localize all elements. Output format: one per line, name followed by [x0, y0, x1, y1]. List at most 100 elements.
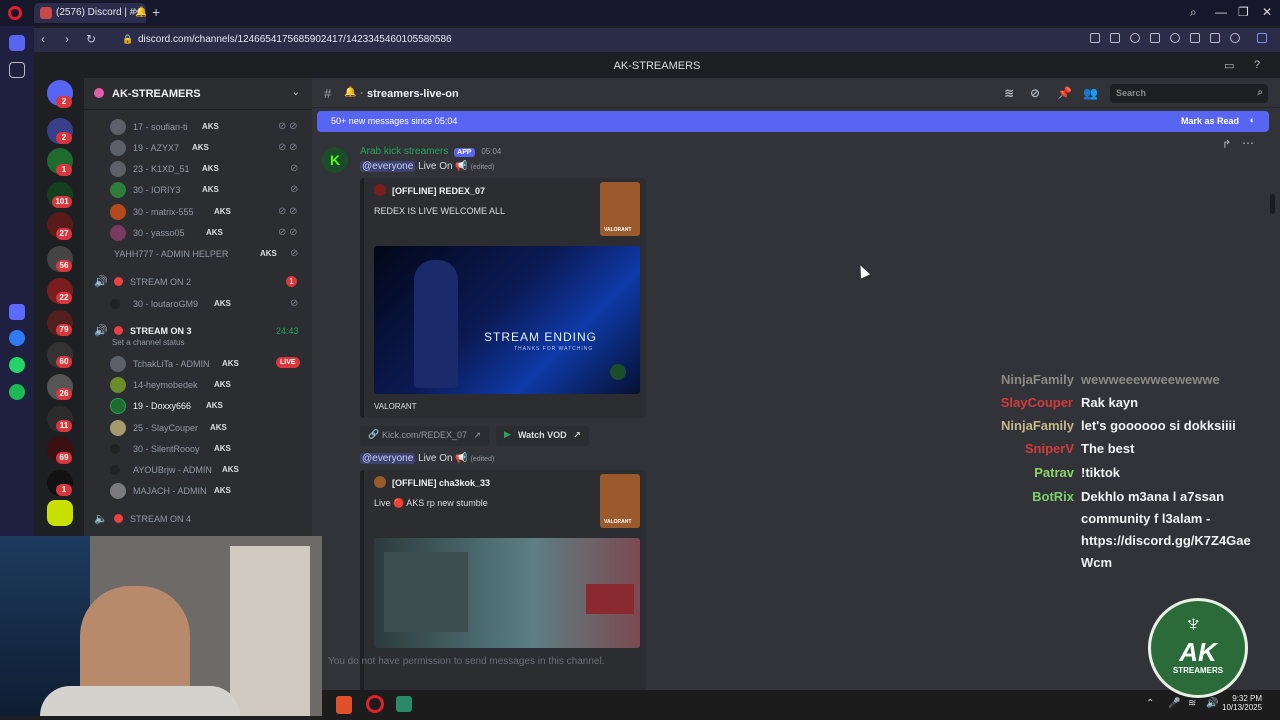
star-icon[interactable]	[9, 62, 25, 78]
stream-preview-image[interactable]	[374, 538, 640, 648]
stream-embed: [OFFLINE] REDEX_07 REDEX IS LIVE WELCOME…	[360, 178, 646, 418]
member-name: TchakLiTa - ADMIN	[133, 359, 210, 369]
taskbar: ⌃ 🎤 ≋ 🔊 9:32 PM 10/13/2025	[322, 690, 1280, 720]
chat-text: Wcm	[1081, 555, 1113, 570]
member-name: 19 - AZYX7	[133, 143, 180, 153]
notification-settings-icon[interactable]: ⊘	[1030, 86, 1040, 100]
chevron-down-icon[interactable]: ⌄	[292, 87, 300, 98]
watch-vod-text: Watch VOD	[518, 430, 567, 440]
embed-title[interactable]: [OFFLINE] REDEX_07	[392, 186, 485, 196]
browser-tab-bar: (2576) Discord | #🔔 × + ⌕ — ❐ ✕	[0, 0, 1280, 26]
avatar	[110, 356, 126, 372]
voice-channel-stream-2[interactable]: 🔊 STREAM ON 2 1	[94, 273, 304, 291]
channel-hash-icon: #	[324, 86, 332, 101]
avatar	[110, 398, 126, 414]
message-header: Arab kick streamers APP 05:04	[360, 146, 501, 157]
game-thumbnail: VALORANT	[600, 182, 640, 236]
opera-logo-icon[interactable]	[8, 6, 22, 20]
reply-icon[interactable]: ↱	[1222, 138, 1231, 151]
server-badge: 2	[56, 96, 72, 108]
embed-footer: VALORANT	[374, 402, 417, 411]
external-link-icon: ↗	[573, 430, 581, 440]
chat-text: Dekhlo m3ana l a7ssan	[1081, 489, 1225, 504]
new-messages-bar[interactable]: 50+ new messages since 05:04 Mark as Rea…	[317, 111, 1269, 132]
new-tab-button[interactable]: +	[152, 4, 160, 20]
forward-button[interactable]: ›	[65, 32, 69, 46]
streamer-avatar	[374, 476, 386, 488]
muted-icon: ⊘ ⊘	[278, 227, 298, 238]
mic-icon[interactable]: 🎤	[1168, 698, 1180, 709]
wifi-icon[interactable]: ≋	[1188, 698, 1196, 709]
mark-as-read-button[interactable]: Mark as Read	[1181, 116, 1239, 126]
profile-icon[interactable]	[1230, 33, 1240, 43]
more-options-icon[interactable]: ⋯	[1242, 136, 1254, 150]
app-taskbar-icon[interactable]	[396, 696, 412, 712]
server-badge: 1	[56, 484, 72, 496]
kick-link-button[interactable]: 🔗 Kick.com/REDEX_07 ↗	[360, 426, 490, 446]
author-name[interactable]: Arab kick streamers	[360, 146, 448, 157]
opera-taskbar-icon[interactable]	[366, 695, 384, 713]
member-name: 30 - IORIY3	[133, 185, 181, 195]
server-badge: 60	[56, 356, 72, 368]
avatar	[110, 299, 120, 309]
member-list-icon[interactable]: 👥	[1083, 86, 1098, 100]
messenger-icon[interactable]	[9, 330, 25, 346]
maximize-icon[interactable]: ❐	[1238, 5, 1249, 19]
home-icon[interactable]	[9, 35, 25, 51]
edit-icon[interactable]	[1090, 33, 1100, 43]
browser-tab[interactable]: (2576) Discord | #🔔 ×	[34, 3, 146, 23]
close-window-icon[interactable]: ✕	[1262, 5, 1272, 19]
everyone-mention[interactable]: @everyone	[360, 161, 416, 172]
whatsapp-icon[interactable]	[9, 357, 25, 373]
embed-title[interactable]: [OFFLINE] cha3kok_33	[392, 478, 490, 488]
minimize-icon[interactable]: —	[1215, 5, 1227, 19]
scrollbar-thumb[interactable]	[1270, 194, 1275, 214]
bot-avatar[interactable]: K	[322, 147, 348, 173]
back-button[interactable]: ‹	[41, 32, 45, 46]
inbox-icon[interactable]: ▭	[1224, 59, 1234, 72]
guild-header[interactable]: AK-STREAMERS ⌄	[84, 78, 312, 110]
discord-favicon-icon	[40, 7, 52, 19]
live-on-text: Live On	[418, 453, 453, 464]
muted-icon: ⊘ ⊘	[278, 121, 298, 132]
member-tag: AKS	[206, 228, 223, 237]
clock[interactable]: 9:32 PM 10/13/2025	[1222, 694, 1262, 712]
embed-description: REDEX IS LIVE WELCOME ALL	[374, 206, 506, 216]
watch-vod-button[interactable]: ▶ Watch VOD ↗	[496, 426, 589, 446]
voice-channel-stream-4[interactable]: 🔈 STREAM ON 4	[94, 510, 304, 528]
player-icon[interactable]	[1150, 33, 1160, 43]
shield-icon[interactable]	[1130, 33, 1140, 43]
thumb-label: VALORANT	[604, 519, 632, 525]
new-messages-text: 50+ new messages since 05:04	[331, 116, 458, 126]
notification-badge: 1	[286, 276, 297, 287]
app-tag: APP	[454, 148, 475, 157]
tray-chevron-icon[interactable]: ⌃	[1146, 698, 1154, 709]
reload-button[interactable]: ↻	[86, 32, 96, 46]
heart-icon[interactable]	[1170, 33, 1180, 43]
search-input[interactable]: Search ⌕	[1110, 84, 1268, 103]
volume-icon[interactable]: 🔊	[1206, 698, 1218, 709]
search-tabs-icon[interactable]: ⌕	[1190, 5, 1197, 20]
server-badge: 26	[56, 388, 72, 400]
menu-icon[interactable]	[1210, 33, 1220, 43]
help-icon[interactable]: ?	[1254, 59, 1260, 71]
thumb-label: VALORANT	[604, 227, 632, 233]
clock-time: 9:32 PM	[1232, 694, 1262, 703]
server-icon[interactable]	[47, 500, 73, 526]
aria-icon[interactable]	[9, 304, 25, 320]
url-field[interactable]: 🔒 discord.com/channels/12466541756859024…	[112, 30, 1212, 50]
member-name: 30 - SilentRoooy	[133, 444, 200, 454]
stream-preview-image[interactable]: STREAM ENDING THANKS FOR WATCHING	[374, 246, 640, 394]
channel-status-hint[interactable]: Set a channel status	[112, 338, 185, 356]
brave-icon[interactable]	[336, 696, 352, 714]
extension-icon[interactable]	[1257, 33, 1267, 43]
download-icon[interactable]	[1190, 33, 1200, 43]
avatar	[110, 483, 126, 499]
threads-icon[interactable]: ≋	[1004, 86, 1014, 100]
everyone-mention[interactable]: @everyone	[360, 453, 416, 464]
camera-icon[interactable]	[1110, 33, 1120, 43]
close-tab-icon[interactable]: ×	[134, 6, 140, 18]
search-placeholder: Search	[1116, 88, 1147, 98]
pin-icon[interactable]: 📌	[1057, 86, 1072, 100]
spotify-icon[interactable]	[9, 384, 25, 400]
